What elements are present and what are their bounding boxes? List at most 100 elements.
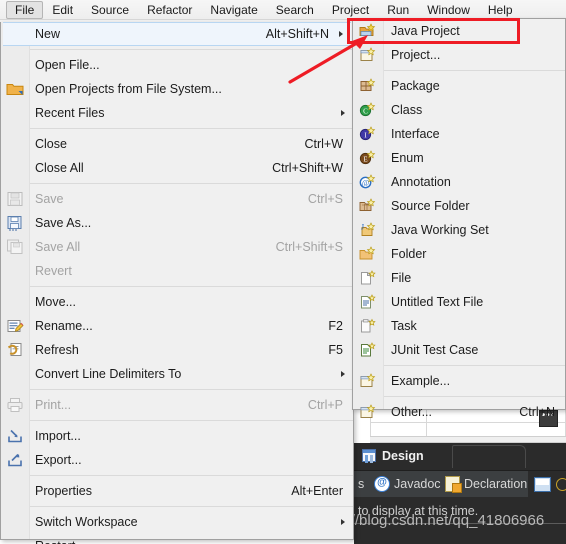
- submenu-item-package-label: Package: [391, 79, 440, 93]
- menu-separator: [30, 506, 353, 507]
- submenu-item-interface-label: Interface: [391, 127, 440, 141]
- submenu-item-junit-test-case[interactable]: JUnit Test Case: [353, 338, 565, 362]
- menu-item-import[interactable]: Import...: [1, 424, 353, 448]
- submenu-item-file-label: File: [391, 271, 412, 285]
- menu-separator: [30, 475, 353, 476]
- menu-item-save-as[interactable]: Save As...: [1, 211, 353, 235]
- menu-item-new-accel: Alt+Shift+N: [265, 27, 329, 41]
- submenu-item-interface[interactable]: I Interface: [353, 122, 565, 146]
- export-icon: [6, 452, 24, 469]
- tab-console[interactable]: [528, 471, 566, 497]
- submenu-item-example[interactable]: Example...: [353, 369, 565, 393]
- menu-item-close-label: Close: [35, 137, 67, 151]
- submenu-item-enum[interactable]: E Enum: [353, 146, 565, 170]
- menu-item-rename-accel: F2: [328, 319, 343, 333]
- tab-design[interactable]: Design: [356, 444, 434, 467]
- menu-item-save-as-label: Save As...: [35, 216, 92, 230]
- source-folder-icon: [359, 198, 377, 215]
- menu-item-refresh-label: Refresh: [35, 343, 79, 357]
- submenu-item-other[interactable]: Other... Ctrl+N: [353, 400, 565, 424]
- submenu-item-other-label: Other...: [391, 405, 432, 419]
- menubar-item-project[interactable]: Project: [323, 1, 378, 19]
- enum-icon: E: [359, 150, 377, 167]
- submenu-item-untitled-text-file-label: Untitled Text File: [391, 295, 484, 309]
- horizontal-scrollbar[interactable]: [370, 436, 566, 443]
- menu-separator: [30, 389, 353, 390]
- submenu-item-source-folder-label: Source Folder: [391, 199, 470, 213]
- svg-text:J: J: [361, 223, 364, 232]
- menu-item-refresh-accel: F5: [328, 343, 343, 357]
- submenu-item-class-label: Class: [391, 103, 423, 117]
- class-icon: C: [359, 102, 377, 119]
- new-submenu: Java Project Project... Package C Class …: [352, 18, 566, 419]
- menu-item-rename[interactable]: Rename... F2: [1, 314, 353, 338]
- submenu-item-annotation[interactable]: @ Annotation: [353, 170, 565, 194]
- submenu-item-task[interactable]: Task: [353, 314, 565, 338]
- watermark-text: /blog.csdn.net/qq_41806966: [354, 512, 545, 529]
- menubar-item-file[interactable]: File: [6, 0, 44, 19]
- menu-item-save-accel: Ctrl+S: [307, 192, 343, 206]
- design-tab-placeholder[interactable]: [452, 445, 526, 468]
- menu-item-close-all-label: Close All: [35, 161, 84, 175]
- submenu-item-java-project[interactable]: Java Project: [353, 19, 565, 43]
- tab-declaration-label: Declaration: [464, 477, 528, 491]
- menu-item-refresh[interactable]: Refresh F5: [1, 338, 353, 362]
- java-project-icon: [359, 23, 377, 40]
- menu-item-properties-accel: Alt+Enter: [291, 484, 343, 498]
- package-icon: [359, 78, 377, 95]
- menu-item-open-projects-label: Open Projects from File System...: [35, 82, 222, 96]
- menubar-item-source[interactable]: Source: [82, 1, 138, 19]
- submenu-item-java-working-set-label: Java Working Set: [391, 223, 489, 237]
- menubar-item-edit[interactable]: Edit: [43, 1, 82, 19]
- task-icon: [359, 318, 377, 335]
- menu-item-open-projects-from-file-system[interactable]: Open Projects from File System...: [1, 77, 353, 101]
- tab-truncated[interactable]: s: [354, 471, 370, 497]
- annotation-icon: @: [359, 174, 377, 191]
- menu-item-convert-line-delimiters-label: Convert Line Delimiters To: [35, 367, 182, 381]
- menu-item-close-all-accel: Ctrl+Shift+W: [272, 161, 343, 175]
- project-icon: [359, 47, 377, 64]
- submenu-item-file[interactable]: File: [353, 266, 565, 290]
- submenu-item-package[interactable]: Package: [353, 74, 565, 98]
- menu-item-close-all[interactable]: Close All Ctrl+Shift+W: [1, 156, 353, 180]
- menu-item-move[interactable]: Move...: [1, 290, 353, 314]
- menu-item-open-file-label: Open File...: [35, 58, 100, 72]
- menubar-item-search[interactable]: Search: [267, 1, 323, 19]
- submenu-item-folder[interactable]: Folder: [353, 242, 565, 266]
- submenu-item-untitled-text-file[interactable]: Untitled Text File: [353, 290, 565, 314]
- menu-item-properties[interactable]: Properties Alt+Enter: [1, 479, 353, 503]
- menubar-item-run[interactable]: Run: [378, 1, 418, 19]
- tab-javadoc[interactable]: @ Javadoc: [374, 471, 441, 497]
- menu-item-recent-files[interactable]: Recent Files: [1, 101, 353, 125]
- submenu-item-source-folder[interactable]: Source Folder: [353, 194, 565, 218]
- menu-item-new[interactable]: New Alt+Shift+N: [3, 22, 351, 46]
- menu-item-restart[interactable]: Restart: [1, 534, 353, 544]
- tab-javadoc-label: Javadoc: [394, 477, 441, 491]
- menubar-item-window[interactable]: Window: [418, 1, 479, 19]
- tab-declaration[interactable]: Declaration: [445, 471, 527, 497]
- menu-item-close[interactable]: Close Ctrl+W: [1, 132, 353, 156]
- menu-item-export[interactable]: Export...: [1, 448, 353, 472]
- menu-item-print-label: Print...: [35, 398, 72, 412]
- submenu-separator: [384, 70, 565, 71]
- design-tab-label: Design: [382, 448, 424, 463]
- submenu-item-project[interactable]: Project...: [353, 43, 565, 67]
- menubar-item-refactor[interactable]: Refactor: [138, 1, 201, 19]
- other-icon: [359, 404, 377, 421]
- submenu-item-java-working-set[interactable]: J Java Working Set: [353, 218, 565, 242]
- menu-item-switch-workspace[interactable]: Switch Workspace: [1, 510, 353, 534]
- save-icon: [6, 191, 24, 208]
- menu-item-convert-line-delimiters-to[interactable]: Convert Line Delimiters To: [1, 362, 353, 386]
- menu-item-open-file[interactable]: Open File...: [1, 53, 353, 77]
- menubar-item-help[interactable]: Help: [479, 1, 522, 19]
- interface-icon: I: [359, 126, 377, 143]
- menu-item-restart-label: Restart: [35, 539, 75, 544]
- menu-item-save-all-accel: Ctrl+Shift+S: [275, 240, 343, 254]
- menu-separator: [30, 420, 353, 421]
- submenu-item-class[interactable]: C Class: [353, 98, 565, 122]
- menu-bar: File Edit Source Refactor Navigate Searc…: [0, 0, 566, 20]
- chevron-right-icon: [339, 31, 343, 37]
- menu-item-save-label: Save: [35, 192, 64, 206]
- menu-separator: [30, 128, 353, 129]
- menubar-item-navigate[interactable]: Navigate: [201, 1, 266, 19]
